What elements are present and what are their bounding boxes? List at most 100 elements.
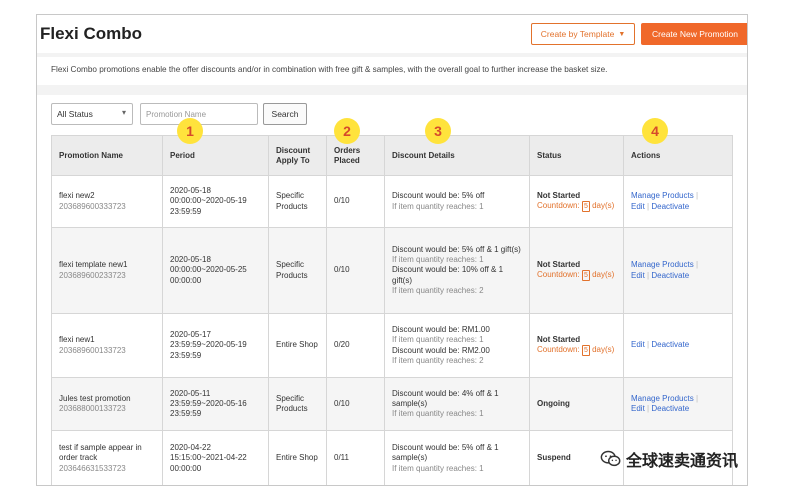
promotion-id: 203688000133723 (59, 404, 126, 413)
promotion-id: 203689600133723 (59, 345, 126, 355)
status-text: Not Started (537, 259, 581, 269)
apply-to-cell: Entire Shop (268, 313, 327, 378)
status-filter-select[interactable]: All Status ▾ (51, 103, 133, 125)
promotion-id: 203689600333723 (59, 201, 126, 211)
discount-condition: If item quantity reaches: 1 (392, 201, 484, 211)
period-cell: 2020-05-17 23:59:59~2020-05-19 23:59:59 (162, 313, 269, 378)
search-button[interactable]: Search (263, 103, 307, 125)
column-header: Discount Apply To (268, 135, 327, 176)
countdown-value: 5 (581, 201, 590, 213)
column-header: Status (529, 135, 624, 176)
deactivate-link[interactable]: Deactivate (651, 202, 689, 211)
apply-to-cell: Specific Products (268, 377, 327, 431)
deactivate-link[interactable]: Deactivate (651, 340, 689, 349)
status-cell: Not Started Countdown: 5 day(s) (529, 227, 624, 314)
column-header: Discount Details (384, 135, 530, 176)
create-by-template-label: Create by Template (540, 29, 615, 39)
deactivate-link[interactable]: Deactivate (651, 271, 689, 280)
orders-cell: 0/11 (326, 430, 385, 485)
table-row: Jules test promotion 203688000133723 202… (51, 377, 733, 431)
countdown: Countdown: 5 day(s) (537, 270, 616, 282)
annotation-badge-4: 4 (642, 118, 668, 144)
discount-details-cell: Discount would be: 4% off & 1 sample(s) … (384, 377, 530, 431)
table-row: flexi new1 203689600133723 2020-05-17 23… (51, 313, 733, 378)
promotions-table-area: Promotion Name Period Discount Apply To … (37, 131, 747, 485)
countdown-unit: day(s) (592, 345, 615, 355)
countdown-label: Countdown: (537, 270, 580, 280)
chevron-down-icon: ▾ (121, 108, 126, 117)
table-row: flexi new2 203689600333723 2020-05-18 00… (51, 175, 733, 228)
countdown-value: 5 (581, 345, 590, 357)
separator: | (647, 201, 650, 211)
countdown-value: 5 (581, 270, 590, 282)
separator: | (695, 191, 699, 201)
discount-condition: If item quantity reaches: 2 (392, 285, 484, 295)
discount-condition: If item quantity reaches: 1 (392, 255, 484, 265)
description-text: Flexi Combo promotions enable the offer … (51, 65, 608, 74)
deactivate-link[interactable]: Deactivate (651, 404, 689, 413)
manage-products-link[interactable]: Manage Products (631, 191, 694, 200)
status-filter-value: All Status (57, 109, 93, 119)
caret-down-icon: ▼ (618, 30, 626, 38)
promotion-name: flexi template new1 (59, 260, 128, 270)
countdown: Countdown: 5 day(s) (537, 345, 616, 357)
status-text: Not Started (537, 334, 581, 344)
manage-products-link[interactable]: Manage Products (631, 260, 694, 269)
promotions-table: Promotion Name Period Discount Apply To … (51, 135, 733, 485)
discount-line: Discount would be: RM2.00 (392, 345, 490, 355)
edit-link[interactable]: Edit (631, 271, 645, 280)
discount-line: Discount would be: 5% off & 1 gift(s) (392, 244, 521, 254)
countdown-unit: day(s) (592, 270, 615, 280)
promotion-name-cell: Jules test promotion 203688000133723 (51, 377, 163, 431)
discount-details-cell: Discount would be: RM1.00 If item quanti… (384, 313, 530, 378)
countdown: Countdown: 5 day(s) (537, 201, 616, 213)
discount-line: Discount would be: 5% off & 1 sample(s) (392, 443, 499, 463)
discount-condition: If item quantity reaches: 2 (392, 355, 484, 365)
discount-details-cell: Discount would be: 5% off & 1 gift(s) If… (384, 227, 530, 314)
annotation-badge-3: 3 (425, 118, 451, 144)
separator: | (647, 270, 650, 280)
period-cell: 2020-05-11 23:59:59~2020-05-16 23:59:59 (162, 377, 269, 431)
promotion-name: flexi new1 (59, 335, 95, 345)
column-header: Promotion Name (51, 135, 163, 176)
promotion-name-cell: test if sample appear in order track 203… (51, 430, 163, 485)
promotion-name: test if sample appear in order track (59, 443, 142, 463)
countdown-unit: day(s) (592, 201, 615, 211)
discount-line: Discount would be: RM1.00 (392, 325, 490, 335)
period-cell: 2020-05-18 00:00:00~2020-05-25 00:00:00 (162, 227, 269, 314)
edit-link[interactable]: Edit (631, 202, 645, 211)
page-header: Flexi Combo Create by Template ▼ Create … (37, 15, 747, 53)
promotion-id: 203646631533723 (59, 463, 126, 473)
discount-details-cell: Discount would be: 5% off & 1 sample(s) … (384, 430, 530, 485)
create-by-template-button[interactable]: Create by Template ▼ (531, 23, 635, 45)
app-frame: Flexi Combo Create by Template ▼ Create … (36, 14, 748, 486)
separator: | (695, 393, 699, 403)
discount-condition: If item quantity reaches: 1 (392, 463, 484, 473)
discount-line: Discount would be: 5% off (392, 191, 485, 201)
discount-condition: If item quantity reaches: 1 (392, 409, 484, 419)
promotion-id: 203689600233723 (59, 270, 126, 280)
status-text: Not Started (537, 190, 581, 200)
actions-cell: Manage Products | Edit | Deactivate (623, 227, 733, 314)
manage-products-link[interactable]: Manage Products (631, 394, 694, 403)
table-header-row: Promotion Name Period Discount Apply To … (51, 135, 733, 176)
edit-link[interactable]: Edit (631, 340, 645, 349)
separator: | (647, 340, 650, 350)
status-cell: Not Started Countdown: 5 day(s) (529, 313, 624, 378)
apply-to-cell: Entire Shop (268, 430, 327, 485)
status-cell: Ongoing (529, 377, 624, 431)
edit-link[interactable]: Edit (631, 404, 645, 413)
countdown-label: Countdown: (537, 345, 580, 355)
column-header: Orders Placed (326, 135, 385, 176)
discount-line: Discount would be: 4% off & 1 sample(s) (392, 388, 499, 408)
create-new-promotion-button[interactable]: Create New Promotion (641, 23, 747, 45)
column-header: Period (162, 135, 269, 176)
status-text: Ongoing (537, 398, 570, 408)
status-cell: Not Started Countdown: 5 day(s) (529, 175, 624, 228)
orders-cell: 0/10 (326, 227, 385, 314)
discount-details-cell: Discount would be: 5% off If item quanti… (384, 175, 530, 228)
column-header: Actions (623, 135, 733, 176)
period-cell: 2020-05-18 00:00:00~2020-05-19 23:59:59 (162, 175, 269, 228)
search-placeholder: Promotion Name (146, 109, 207, 119)
actions-cell: Manage Products | Edit | Deactivate (623, 377, 733, 431)
